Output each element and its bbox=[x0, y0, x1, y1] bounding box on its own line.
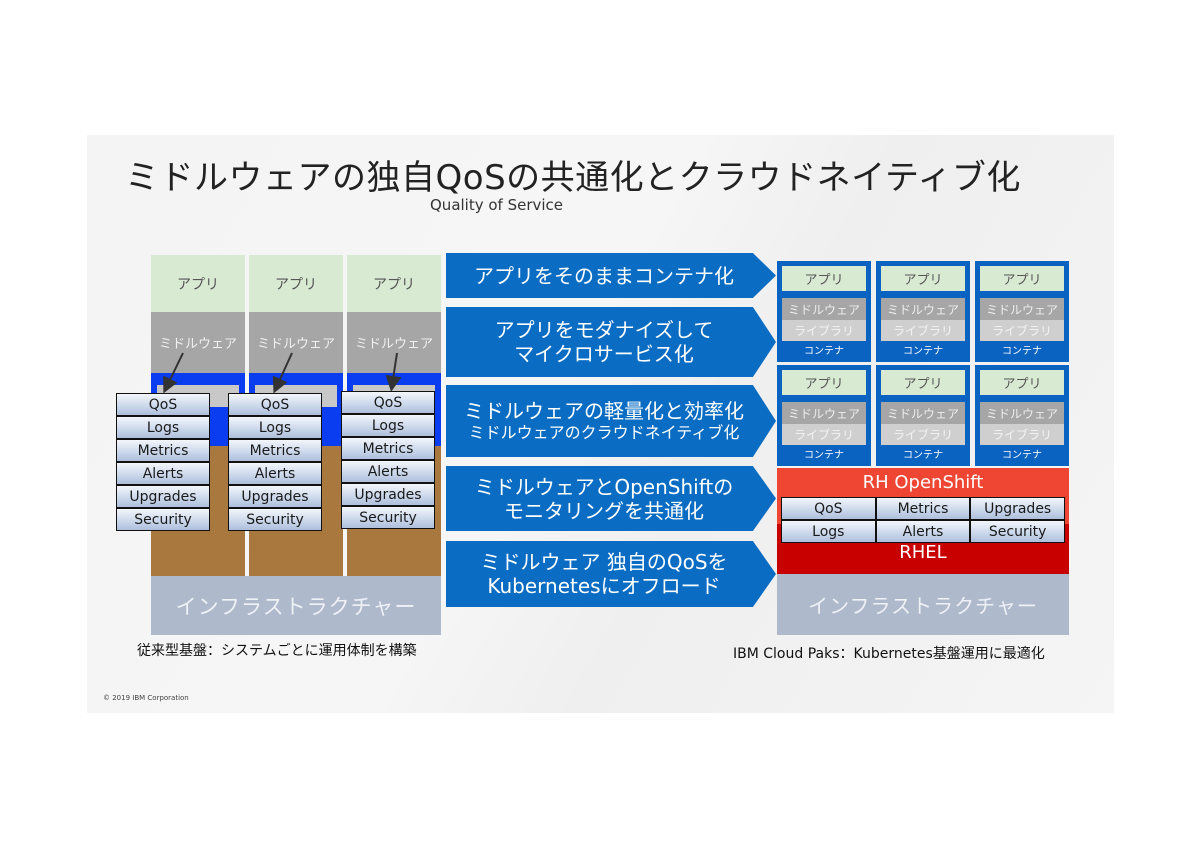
qos-item: Metrics bbox=[341, 437, 435, 460]
step-text: モニタリングを共通化 bbox=[504, 498, 704, 523]
infrastructure-layer: インフラストラクチャー bbox=[151, 576, 441, 635]
container-label: コンテナ bbox=[903, 449, 943, 461]
qos-item: Metrics bbox=[875, 497, 971, 520]
container-app: アプリ bbox=[980, 266, 1064, 291]
left-caption: 従来型基盤：システムごとに運用体制を構築 bbox=[137, 643, 417, 659]
container-library: ライブラリ bbox=[980, 424, 1064, 445]
qos-item: Alerts bbox=[875, 520, 971, 543]
container-box: アプリミドルウェア ライブラリコンテナ bbox=[777, 261, 871, 362]
qos-item: Alerts bbox=[228, 462, 322, 485]
container-app: アプリ bbox=[881, 266, 965, 291]
qos-item: Upgrades bbox=[341, 483, 435, 506]
step-chevron-5: ミドルウェア 独自のQoSを Kubernetesにオフロード bbox=[446, 541, 776, 607]
step-text: ミドルウェアの軽量化と効率化 bbox=[464, 399, 744, 424]
qos-item: Security bbox=[341, 506, 435, 529]
step-text: ミドルウェアとOpenShiftの bbox=[474, 474, 734, 499]
qos-stack-3: QoS Logs Metrics Alerts Upgrades Securit… bbox=[341, 391, 435, 529]
step-chevron-4: ミドルウェアとOpenShiftの モニタリングを共通化 bbox=[446, 466, 776, 531]
container-app: アプリ bbox=[980, 370, 1064, 395]
container-middleware: ミドルウェア bbox=[782, 402, 866, 424]
copyright: © 2019 IBM Corporation bbox=[103, 694, 189, 702]
qos-item: Logs bbox=[116, 416, 210, 439]
step-text: ミドルウェア 独自のQoSを bbox=[480, 550, 728, 574]
container-label: コンテナ bbox=[804, 345, 844, 357]
step-text: アプリをそのままコンテナ化 bbox=[474, 263, 734, 288]
qos-item: Logs bbox=[341, 414, 435, 437]
container-middleware: ミドルウェア bbox=[980, 298, 1064, 320]
container-label: コンテナ bbox=[1002, 449, 1042, 461]
qos-item: Security bbox=[970, 520, 1065, 543]
step-chevron-1: アプリをそのままコンテナ化 bbox=[446, 253, 776, 298]
step-text: ミドルウェアのクラウドネイティブ化 bbox=[468, 423, 740, 443]
qos-item: QoS bbox=[116, 393, 210, 416]
step-chevron-2: アプリをモダナイズして マイクロサービス化 bbox=[446, 307, 776, 377]
arrow-icon bbox=[272, 352, 293, 394]
qos-item: QoS bbox=[781, 497, 876, 520]
qos-item: Metrics bbox=[116, 439, 210, 462]
app-layer: アプリ bbox=[151, 255, 245, 312]
container-library: ライブラリ bbox=[881, 320, 965, 341]
step-text: アプリをモダナイズして bbox=[494, 318, 714, 342]
app-layer: アプリ bbox=[249, 255, 343, 312]
slide-subtitle: Quality of Service bbox=[430, 196, 564, 214]
step-text: Kubernetesにオフロード bbox=[487, 574, 721, 598]
right-caption: IBM Cloud Paks：Kubernetes基盤運用に最適化 bbox=[733, 646, 1045, 662]
step-chevron-3: ミドルウェアの軽量化と効率化 ミドルウェアのクラウドネイティブ化 bbox=[446, 385, 776, 457]
container-library: ライブラリ bbox=[980, 320, 1064, 341]
rhel-label: RHEL bbox=[899, 542, 947, 563]
arrow-icon bbox=[385, 352, 402, 392]
qos-item: Alerts bbox=[341, 460, 435, 483]
container-label: コンテナ bbox=[804, 449, 844, 461]
qos-stack-1: QoS Logs Metrics Alerts Upgrades Securit… bbox=[116, 393, 210, 531]
container-box: アプリミドルウェア ライブラリコンテナ bbox=[876, 365, 970, 466]
container-middleware: ミドルウェア bbox=[881, 298, 965, 320]
step-text: マイクロサービス化 bbox=[514, 342, 694, 366]
container-label: コンテナ bbox=[903, 345, 943, 357]
openshift-label: RH OpenShift bbox=[862, 472, 984, 493]
arrow-icon bbox=[163, 352, 184, 394]
container-middleware: ミドルウェア bbox=[980, 402, 1064, 424]
slide-title: ミドルウェアの独自QoSの共通化とクラウドネイティブ化 bbox=[125, 158, 1021, 198]
container-box: アプリミドルウェア ライブラリコンテナ bbox=[975, 365, 1069, 466]
qos-item: Logs bbox=[228, 416, 322, 439]
container-middleware: ミドルウェア bbox=[782, 298, 866, 320]
shared-qos-grid: QoS Metrics Upgrades Logs Alerts Securit… bbox=[781, 497, 1065, 543]
qos-item: Upgrades bbox=[116, 485, 210, 508]
qos-item: Metrics bbox=[228, 439, 322, 462]
container-middleware: ミドルウェア bbox=[881, 402, 965, 424]
container-app: アプリ bbox=[881, 370, 965, 395]
qos-item: Upgrades bbox=[228, 485, 322, 508]
infrastructure-layer: インフラストラクチャー bbox=[777, 574, 1069, 635]
container-app: アプリ bbox=[782, 370, 866, 395]
container-box: アプリミドルウェア ライブラリコンテナ bbox=[975, 261, 1069, 362]
container-app: アプリ bbox=[782, 266, 866, 291]
qos-item: Upgrades bbox=[970, 497, 1065, 520]
qos-item: QoS bbox=[228, 393, 322, 416]
qos-item: Alerts bbox=[116, 462, 210, 485]
qos-stack-2: QoS Logs Metrics Alerts Upgrades Securit… bbox=[228, 393, 322, 531]
qos-item: Logs bbox=[781, 520, 876, 543]
app-layer: アプリ bbox=[347, 255, 441, 312]
container-library: ライブラリ bbox=[881, 424, 965, 445]
qos-item: Security bbox=[116, 508, 210, 531]
container-library: ライブラリ bbox=[782, 424, 866, 445]
qos-item: Security bbox=[228, 508, 322, 531]
container-label: コンテナ bbox=[1002, 345, 1042, 357]
container-box: アプリミドルウェア ライブラリコンテナ bbox=[876, 261, 970, 362]
qos-item: QoS bbox=[341, 391, 435, 414]
container-library: ライブラリ bbox=[782, 320, 866, 341]
container-box: アプリミドルウェア ライブラリコンテナ bbox=[777, 365, 871, 466]
